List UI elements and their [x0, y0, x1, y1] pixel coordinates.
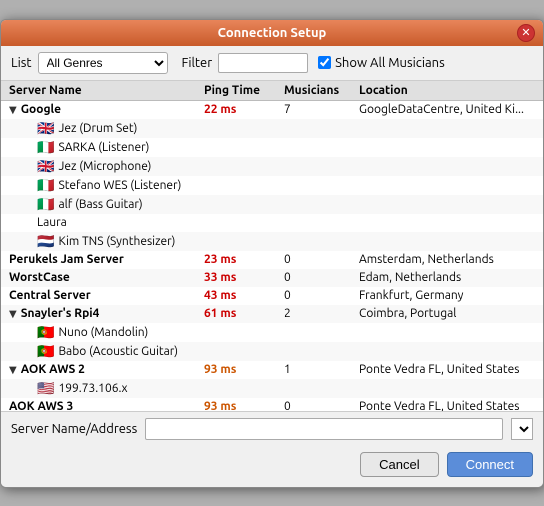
musicians-count: 2 — [284, 307, 359, 320]
footer-bar: Server Name/Address — [1, 411, 543, 446]
server-name-text: 199.73.106.x — [58, 382, 127, 395]
flag-icon: 🇮🇹 — [37, 196, 54, 213]
table-row[interactable]: WorstCase 33 ms0Edam, Netherlands — [1, 269, 543, 287]
location-text: Amsterdam, Netherlands — [359, 253, 535, 266]
filter-label: Filter — [182, 56, 213, 70]
table-row[interactable]: 🇬🇧 Jez (Drum Set) — [1, 119, 543, 138]
ping-value: 43 ms — [204, 289, 284, 302]
server-name-text: AOK AWS 3 — [9, 400, 73, 411]
table-row[interactable]: ▼ AOK AWS 2 93 ms1Ponte Vedra FL, United S… — [1, 361, 543, 379]
server-address-input[interactable] — [145, 418, 503, 440]
location-text: Ponte Vedra FL, United States — [359, 400, 535, 411]
expand-icon: ▼ — [9, 364, 17, 376]
ping-value: 23 ms — [204, 253, 284, 266]
flag-icon: 🇬🇧 — [37, 120, 54, 137]
flag-icon: 🇵🇹 — [37, 324, 54, 341]
location-text: GoogleDataCentre, United Ki... — [359, 103, 535, 116]
table-header: Server Name Ping Time Musicians Location — [1, 81, 543, 101]
server-name-text: Central Server — [9, 289, 91, 302]
ping-value: 93 ms — [204, 363, 284, 376]
table-row[interactable]: Laura — [1, 214, 543, 232]
table-row[interactable]: Perukels Jam Server 23 ms0Amsterdam, Neth… — [1, 251, 543, 269]
ping-value: 33 ms — [204, 271, 284, 284]
server-name-text: Snayler's Rpi4 — [21, 307, 100, 320]
col-ping: Ping Time — [204, 84, 284, 97]
table-body: ▼ Google 22 ms7GoogleDataCentre, United Ki… — [1, 101, 543, 411]
table-row[interactable]: 🇺🇸 199.73.106.x — [1, 379, 543, 398]
server-dropdown-arrow[interactable] — [511, 418, 533, 440]
table-row[interactable]: 🇳🇱 Kim TNS (Synthesizer) — [1, 232, 543, 251]
location-text: Frankfurt, Germany — [359, 289, 535, 302]
show-all-label: Show All Musicians — [335, 56, 445, 70]
table-row[interactable]: 🇵🇹 Nuno (Mandolin) — [1, 323, 543, 342]
expand-icon: ▼ — [9, 308, 17, 320]
flag-icon: 🇵🇹 — [37, 343, 54, 360]
location-text: Ponte Vedra FL, United States — [359, 363, 535, 376]
col-musicians: Musicians — [284, 84, 359, 97]
table-row[interactable]: 🇮🇹 SARKA (Listener) — [1, 138, 543, 157]
table-row[interactable]: 🇵🇹 Babo (Acoustic Guitar) — [1, 342, 543, 361]
server-name-text: Nuno (Mandolin) — [58, 326, 148, 339]
table-row[interactable]: Central Server 43 ms0Frankfurt, Germany — [1, 287, 543, 305]
ping-value: 22 ms — [204, 103, 284, 116]
server-name-text: Babo (Acoustic Guitar) — [58, 345, 178, 358]
server-name-text: Google — [21, 103, 61, 116]
server-name-text: AOK AWS 2 — [21, 363, 85, 376]
titlebar: Connection Setup ✕ — [1, 20, 543, 46]
server-address-label: Server Name/Address — [11, 422, 137, 436]
flag-icon: 🇮🇹 — [37, 139, 54, 156]
table-row[interactable]: 🇮🇹 alf (Bass Guitar) — [1, 195, 543, 214]
musicians-count: 0 — [284, 253, 359, 266]
server-name-text: Jez (Microphone) — [58, 160, 151, 173]
server-name-text: Kim TNS (Synthesizer) — [58, 235, 175, 248]
server-name-text: Jez (Drum Set) — [58, 122, 137, 135]
table-row[interactable]: 🇮🇹 Stefano WES (Listener) — [1, 176, 543, 195]
musicians-count: 0 — [284, 271, 359, 284]
server-name-text: Laura — [37, 216, 67, 229]
server-name-text: SARKA (Listener) — [58, 141, 149, 154]
show-all-musicians: Show All Musicians — [318, 56, 445, 70]
ping-value: 61 ms — [204, 307, 284, 320]
flag-icon: 🇮🇹 — [37, 177, 54, 194]
musicians-count: 1 — [284, 363, 359, 376]
musicians-count: 0 — [284, 400, 359, 411]
toolbar: List All Genres Rock Jazz Classical Filt… — [1, 46, 543, 81]
server-name-text: Stefano WES (Listener) — [58, 179, 181, 192]
flag-icon: 🇬🇧 — [37, 158, 54, 175]
list-dropdown[interactable]: All Genres Rock Jazz Classical — [38, 52, 168, 74]
connect-button[interactable]: Connect — [447, 452, 533, 477]
expand-icon: ▼ — [9, 104, 17, 116]
col-location: Location — [359, 84, 535, 97]
table-row[interactable]: ▼ Google 22 ms7GoogleDataCentre, United Ki… — [1, 101, 543, 119]
server-name-text: Perukels Jam Server — [9, 253, 124, 266]
flag-icon: 🇺🇸 — [37, 380, 54, 397]
show-all-checkbox[interactable] — [318, 56, 331, 69]
cancel-button[interactable]: Cancel — [360, 452, 438, 477]
filter-input[interactable] — [218, 53, 308, 73]
flag-icon: 🇳🇱 — [37, 233, 54, 250]
close-button[interactable]: ✕ — [517, 24, 535, 42]
col-server-name: Server Name — [9, 84, 204, 97]
ping-value: 93 ms — [204, 400, 284, 411]
server-name-text: WorstCase — [9, 271, 70, 284]
button-row: Cancel Connect — [1, 446, 543, 487]
location-text: Coimbra, Portugal — [359, 307, 535, 320]
musicians-count: 7 — [284, 103, 359, 116]
connection-setup-dialog: Connection Setup ✕ List All Genres Rock … — [0, 19, 544, 488]
server-name-text: alf (Bass Guitar) — [58, 198, 142, 211]
table-row[interactable]: 🇬🇧 Jez (Microphone) — [1, 157, 543, 176]
musicians-count: 0 — [284, 289, 359, 302]
table-row[interactable]: AOK AWS 3 93 ms0Ponte Vedra FL, United St… — [1, 398, 543, 411]
list-label: List — [11, 56, 32, 70]
location-text: Edam, Netherlands — [359, 271, 535, 284]
dialog-title: Connection Setup — [218, 26, 327, 40]
table-row[interactable]: ▼ Snayler's Rpi4 61 ms2Coimbra, Portugal — [1, 305, 543, 323]
